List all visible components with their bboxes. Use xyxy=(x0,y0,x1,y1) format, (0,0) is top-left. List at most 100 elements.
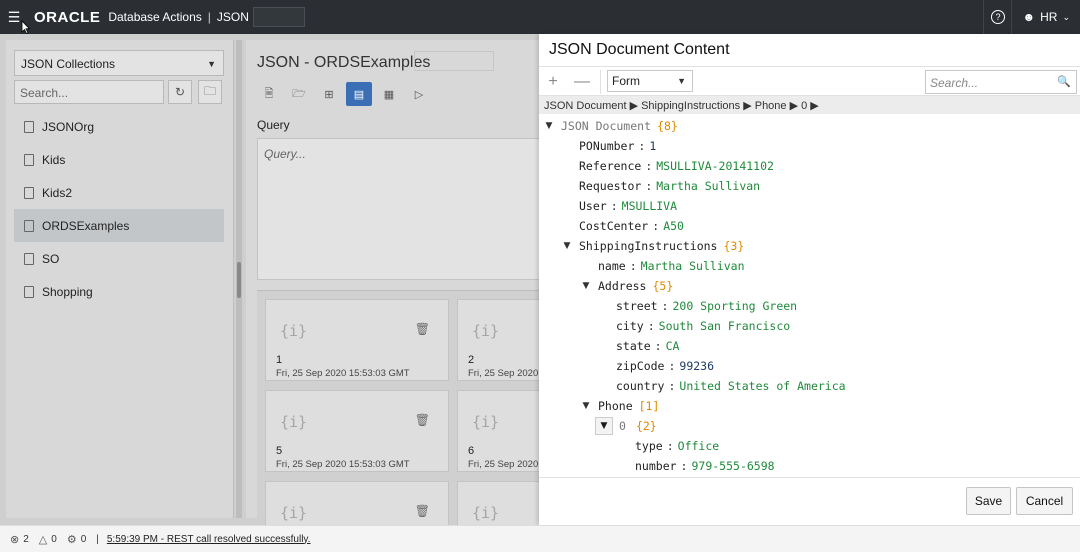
colon: : xyxy=(661,299,669,313)
task-count[interactable]: 0 xyxy=(81,534,87,545)
tree-node[interactable]: Reference: MSULLIVA-20141102 xyxy=(579,156,774,176)
node-count: {8} xyxy=(657,119,678,133)
gear-icon[interactable]: ⚙ xyxy=(67,533,77,546)
document-cards-area: {i} 🗑 1 Fri, 25 Sep 2020 15:53:03 GMT {i… xyxy=(257,290,641,552)
document-card[interactable]: {i} 🗑 1 Fri, 25 Sep 2020 15:53:03 GMT xyxy=(265,299,449,381)
node-key: city xyxy=(616,319,644,333)
node-key: country xyxy=(616,379,665,393)
warning-icon[interactable]: △ xyxy=(39,533,47,546)
node-value[interactable]: 979-555-6598 xyxy=(691,459,774,473)
card-icon: ▤ xyxy=(353,88,365,101)
help-button[interactable]: ? xyxy=(983,0,1011,34)
save-button[interactable]: Save xyxy=(966,487,1011,515)
new-collection-button[interactable]: 🗀 xyxy=(198,80,222,104)
node-value[interactable]: Office xyxy=(678,439,720,453)
tree-node[interactable]: number:979-555-6598 xyxy=(635,456,775,476)
node-value[interactable]: 99236 xyxy=(679,359,714,373)
run-query-button[interactable]: ▷ xyxy=(406,82,432,106)
folder-plus-icon: 🗀 xyxy=(203,83,216,98)
document-icon xyxy=(24,252,34,265)
node-key: Phone xyxy=(598,399,633,413)
collection-item[interactable]: Shopping xyxy=(14,275,224,308)
tree-node-root[interactable]: ▼ JSON Document {8} xyxy=(543,116,678,136)
expand-toggle-icon[interactable]: ▼ xyxy=(580,401,592,411)
tree-node[interactable]: PONumber:1 xyxy=(579,136,656,156)
user-menu-button[interactable]: ☻ HR ⌄ xyxy=(1011,0,1080,34)
tree-node[interactable]: country: United States of America xyxy=(616,376,846,396)
card-view-button[interactable]: ▤ xyxy=(346,82,372,106)
collection-item[interactable]: Kids2 xyxy=(14,176,224,209)
new-document-button[interactable]: 🗎 xyxy=(256,82,282,106)
collection-label: Kids xyxy=(42,152,66,167)
tree-node[interactable]: type: Office xyxy=(635,436,719,456)
error-count[interactable]: 2 xyxy=(23,534,29,545)
node-key: 0 xyxy=(619,419,626,433)
expand-toggle-icon[interactable]: ▼ xyxy=(595,417,613,435)
collection-type-select[interactable]: JSON Collections ▼ xyxy=(14,50,224,76)
node-value[interactable]: MSULLIVA-20141102 xyxy=(656,159,774,173)
warning-count[interactable]: 0 xyxy=(51,534,57,545)
document-icon xyxy=(24,120,34,133)
node-value[interactable]: 200 Sporting Green xyxy=(672,299,797,313)
node-value[interactable]: A50 xyxy=(663,219,684,233)
node-key: street xyxy=(616,299,658,313)
collection-item[interactable]: JSONOrg xyxy=(14,110,224,143)
tree-node-array[interactable]: ▼ Phone [1] xyxy=(580,396,660,416)
error-icon[interactable]: ⊗ xyxy=(10,533,19,546)
node-value[interactable]: Martha Sullivan xyxy=(656,179,760,193)
collection-item[interactable]: SO xyxy=(14,242,224,275)
tree-node[interactable]: Requestor: Martha Sullivan xyxy=(579,176,760,196)
status-message-link[interactable]: 5:59:39 PM - REST call resolved successf… xyxy=(107,534,311,545)
node-value[interactable]: 1 xyxy=(649,139,656,153)
node-key: Reference xyxy=(579,159,642,173)
document-card[interactable]: {i} 🗑 5 Fri, 25 Sep 2020 15:53:03 GMT xyxy=(265,390,449,472)
node-value[interactable]: United States of America xyxy=(679,379,845,393)
document-toolbar: + — Form ▼ Search... 🔍 xyxy=(539,66,1080,96)
tree-view-button[interactable]: ⊞ xyxy=(316,82,342,106)
json-document-panel: JSON Document Content + — Form ▼ Search.… xyxy=(539,34,1080,525)
trash-icon[interactable]: 🗑 xyxy=(415,322,430,336)
refresh-button[interactable]: ↻ xyxy=(168,80,192,104)
documents-title: JSON - ORDSExamples xyxy=(257,54,431,71)
collection-item[interactable]: Kids xyxy=(14,143,224,176)
open-folder-button[interactable]: 🗁 xyxy=(286,82,312,106)
expand-toggle-icon[interactable]: ▼ xyxy=(561,241,573,251)
cancel-button[interactable]: Cancel xyxy=(1016,487,1073,515)
grid-view-button[interactable]: ▦ xyxy=(376,82,402,106)
tree-node-object[interactable]: ▼ Address {5} xyxy=(580,276,674,296)
colon: : xyxy=(638,139,646,153)
tree-node-object[interactable]: ▼ ShippingInstructions {3} xyxy=(561,236,745,256)
node-count: {2} xyxy=(635,419,657,433)
document-breadcrumb[interactable]: JSON Document ▶ ShippingInstructions ▶ P… xyxy=(539,96,1080,114)
node-value[interactable]: MSULLIVA xyxy=(622,199,677,213)
trash-icon[interactable]: 🗑 xyxy=(415,504,430,518)
node-value[interactable]: CA xyxy=(666,339,680,353)
remove-node-button[interactable]: — xyxy=(571,71,593,93)
tree-node[interactable]: zipCode:99236 xyxy=(616,356,714,376)
tree-node[interactable]: street:200 Sporting Green xyxy=(616,296,797,316)
query-editor[interactable]: Query... xyxy=(257,138,547,280)
collection-item-selected[interactable]: ORDSExamples xyxy=(14,209,224,242)
collection-label: SO xyxy=(42,251,60,266)
add-node-button[interactable]: + xyxy=(542,71,564,93)
splitter-handle[interactable] xyxy=(237,262,241,298)
collection-search-input[interactable]: Search... xyxy=(14,80,164,104)
tree-node[interactable]: CostCenter: A50 xyxy=(579,216,684,236)
tree-node[interactable]: city: South San Francisco xyxy=(616,316,790,336)
tree-node[interactable]: name: Martha Sullivan xyxy=(598,256,745,276)
document-search-input[interactable]: Search... 🔍 xyxy=(925,70,1077,94)
node-key: Requestor xyxy=(579,179,642,193)
node-value[interactable]: South San Francisco xyxy=(659,319,791,333)
trash-icon[interactable]: 🗑 xyxy=(415,413,430,427)
node-value[interactable]: Martha Sullivan xyxy=(641,259,745,273)
expand-toggle-icon[interactable]: ▼ xyxy=(543,121,555,131)
node-key: type xyxy=(635,439,663,453)
tree-node-array-item[interactable]: ▼ 0 {2} xyxy=(595,416,657,436)
tree-node[interactable]: User: MSULLIVA xyxy=(579,196,677,216)
header-context-box[interactable] xyxy=(252,7,305,27)
view-mode-select[interactable]: Form ▼ xyxy=(607,70,693,92)
card-date: Fri, 25 Sep 2020 15:53:03 GMT xyxy=(276,368,410,379)
node-key: User xyxy=(579,199,607,213)
expand-toggle-icon[interactable]: ▼ xyxy=(580,281,592,291)
tree-node[interactable]: state: CA xyxy=(616,336,679,356)
